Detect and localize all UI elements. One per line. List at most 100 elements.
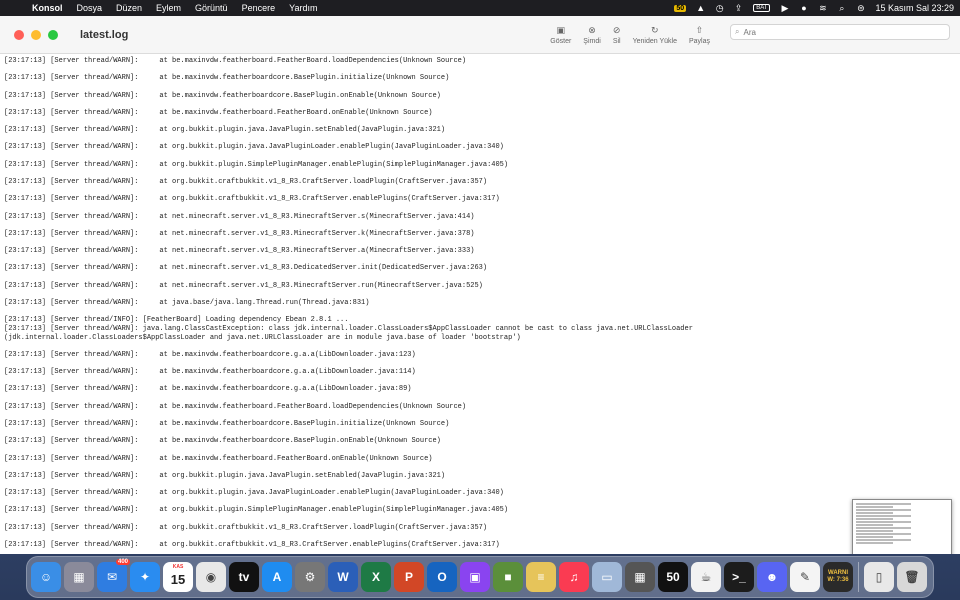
java-icon-glyph: ☕: [700, 570, 712, 584]
outlook-icon-glyph: O: [437, 570, 447, 584]
search-input[interactable]: [743, 27, 934, 37]
share-button-label: Paylaş: [688, 38, 710, 45]
excel-icon[interactable]: X: [361, 562, 391, 592]
battery-icon[interactable]: BAT: [753, 4, 771, 12]
log-line: [23:17:13] [Server thread/WARN]: java.la…: [4, 324, 693, 333]
wifi-icon[interactable]: ≋: [818, 3, 827, 14]
log-line: [23:17:13] [Server thread/WARN]: at net.…: [4, 264, 488, 273]
mail-icon-glyph: ✉: [106, 570, 118, 584]
log-line: [23:17:13] [Server thread/INFO]: [Feathe…: [4, 316, 349, 325]
gear-icon-glyph: ⚙: [304, 570, 316, 584]
log-line: [23:17:13] [Server thread/WARN]: at org.…: [4, 126, 446, 135]
minecraft-icon[interactable]: ■: [493, 562, 523, 592]
status-area: 50 ▲ ◷ ⇪ BAT ▶ ● ≋ ⌕ ⊜ 15 Kasım Sal 23:2…: [674, 3, 954, 14]
share-button[interactable]: ⇧ Paylaş: [689, 24, 710, 45]
50-badge-icon-glyph: 50: [666, 570, 680, 584]
discord-icon[interactable]: ☻: [757, 562, 787, 592]
upload-icon[interactable]: ⇪: [734, 3, 743, 14]
console-preview-text: WARNI W: 7:36: [827, 570, 849, 583]
console-window: latest.log ▣ Göster ⊗ Şimdi ⊘ Sil ↻ Yeni…: [0, 16, 960, 554]
drive-icon[interactable]: ▲: [696, 3, 705, 13]
log-line: [23:17:13] [Server thread/WARN]: at net.…: [4, 281, 483, 290]
trash-icon[interactable]: 🗑: [897, 562, 927, 592]
calculator-icon[interactable]: ▦: [625, 562, 655, 592]
gear-icon[interactable]: ⚙: [295, 562, 325, 592]
search-icon: ⌕: [735, 27, 740, 36]
reload-button[interactable]: ↻ Yeniden Yükle: [633, 24, 677, 45]
menu-window[interactable]: Pencere: [242, 3, 276, 13]
log-line: (jdk.internal.loader.ClassLoaders$AppCla…: [4, 333, 521, 342]
log-line: [23:17:13] [Server thread/WARN]: at org.…: [4, 160, 509, 169]
clear-button[interactable]: ⊘ Sil: [613, 24, 621, 45]
play-icon[interactable]: ▶: [780, 3, 789, 14]
menu-action[interactable]: Eylem: [156, 3, 181, 13]
log-line: [23:17:13] [Server thread/WARN]: at org.…: [4, 143, 504, 152]
search-icon[interactable]: ⌕: [837, 3, 846, 14]
menu-edit[interactable]: Düzen: [116, 3, 142, 13]
twitch-icon[interactable]: ▣: [460, 562, 490, 592]
clock-icon[interactable]: ◷: [715, 3, 724, 14]
log-view[interactable]: [23:17:13] [Server thread/WARN]: at be.m…: [0, 55, 960, 554]
mail-icon[interactable]: ✉ 400: [97, 559, 130, 592]
screenshot-thumbnail[interactable]: [852, 499, 952, 554]
list-icon[interactable]: ≡: [526, 562, 556, 592]
menu-help[interactable]: Yardım: [289, 3, 317, 13]
50-badge-icon[interactable]: 50: [674, 4, 687, 12]
log-line: [23:17:13] [Server thread/WARN]: at org.…: [4, 471, 446, 480]
menu-app-name[interactable]: Konsol: [32, 3, 63, 13]
minimize-icon[interactable]: [31, 29, 41, 40]
search-field[interactable]: ⌕: [730, 24, 950, 40]
toolbar: ▣ Göster ⊗ Şimdi ⊘ Sil ↻ Yeniden Yükle ⇧…: [550, 24, 950, 45]
show-button[interactable]: ▣ Göster: [550, 24, 571, 45]
console-icon[interactable]: WARNI W: 7:36: [823, 562, 853, 592]
finder-icon[interactable]: ☺: [31, 562, 61, 592]
safari-icon-glyph: ✦: [139, 570, 151, 584]
log-line: [23:17:13] [Server thread/WARN]: at org.…: [4, 195, 500, 204]
list-icon-glyph: ≡: [537, 570, 545, 584]
dock-separator: [858, 562, 859, 592]
calendar-icon[interactable]: KAS 15: [163, 562, 193, 592]
document-icon-glyph: ▯: [875, 570, 883, 584]
app-store-icon[interactable]: A: [262, 562, 292, 592]
terminal-icon[interactable]: >_: [724, 562, 754, 592]
50-badge-icon[interactable]: 50: [658, 562, 688, 592]
clear-button-label: Sil: [612, 38, 621, 45]
reload-button-label: Yeniden Yükle: [632, 38, 677, 45]
safari-icon[interactable]: ✦: [130, 562, 160, 592]
textedit-icon[interactable]: ✎: [790, 562, 820, 592]
close-icon[interactable]: [14, 29, 24, 40]
java-icon[interactable]: ☕: [691, 562, 721, 592]
control-center-icon[interactable]: ⊜: [856, 3, 865, 14]
log-line: [23:17:13] [Server thread/WARN]: at java…: [4, 298, 370, 307]
menu-view[interactable]: Görüntü: [195, 3, 228, 13]
preview-icon[interactable]: ▭: [592, 562, 622, 592]
traffic-lights: [14, 29, 58, 40]
chrome-icon[interactable]: ◉: [196, 562, 226, 592]
powerpoint-icon[interactable]: P: [394, 562, 424, 592]
reload-icon: ↻: [651, 25, 659, 35]
launchpad-icon[interactable]: ▦: [64, 562, 94, 592]
word-icon[interactable]: W: [328, 562, 358, 592]
textedit-icon-glyph: ✎: [799, 570, 811, 584]
log-line: [23:17:13] [Server thread/WARN]: at net.…: [4, 247, 475, 256]
menu-file[interactable]: Dosya: [77, 3, 103, 13]
word-icon-glyph: W: [337, 570, 349, 584]
chrome-icon-glyph: ◉: [205, 570, 217, 584]
user-icon[interactable]: ●: [799, 3, 808, 13]
log-line: [23:17:13] [Server thread/WARN]: at be.m…: [4, 454, 433, 463]
calendar-day: 15: [170, 571, 186, 587]
music-icon-glyph: ♫: [569, 570, 579, 584]
outlook-icon[interactable]: O: [427, 562, 457, 592]
music-icon[interactable]: ♫: [559, 562, 589, 592]
tv-icon[interactable]: tv: [229, 562, 259, 592]
log-line: [23:17:13] [Server thread/WARN]: at net.…: [4, 212, 475, 221]
log-line: [23:17:13] [Server thread/WARN]: at be.m…: [4, 385, 412, 394]
finder-icon-glyph: ☺: [39, 570, 53, 584]
preview-icon-glyph: ▭: [601, 570, 613, 584]
log-line: [23:17:13] [Server thread/WARN]: at be.m…: [4, 57, 467, 65]
zoom-icon[interactable]: [48, 29, 58, 40]
now-button[interactable]: ⊗ Şimdi: [583, 24, 601, 45]
document-icon[interactable]: ▯: [864, 562, 894, 592]
log-line: [23:17:13] [Server thread/WARN]: at be.m…: [4, 108, 433, 117]
menu-clock[interactable]: 15 Kasım Sal 23:29: [875, 3, 954, 13]
